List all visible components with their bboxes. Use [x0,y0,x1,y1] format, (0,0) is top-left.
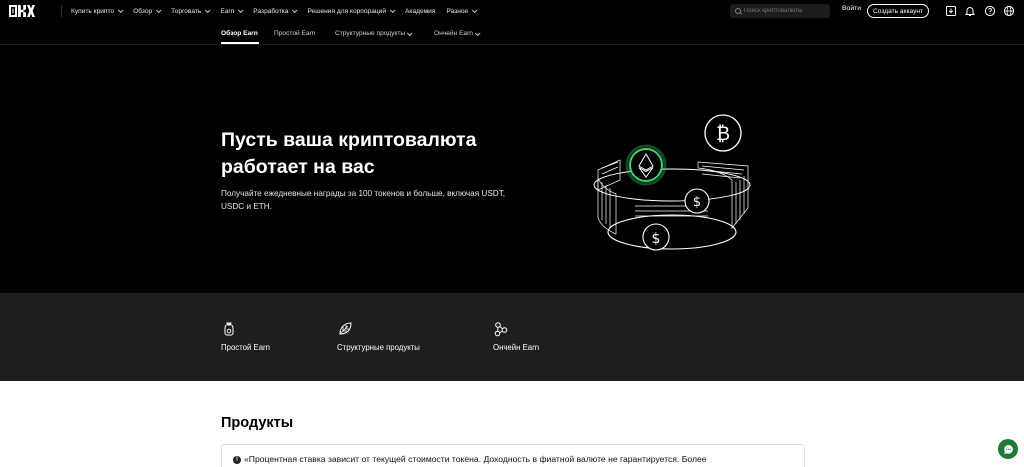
tab-simple-earn[interactable]: Простой Earn [274,30,315,37]
feature-simple-earn[interactable]: Простой Earn [221,321,270,352]
feature-label: Ончейн Earn [493,343,540,352]
products-title: Продукты [221,415,294,431]
earn-subnav: Обзор Earn Простой Earn Структурные прод… [0,22,1024,45]
info-icon: ! [233,456,241,464]
earn-illustration: ₿ $ $ [593,114,751,251]
chevron-down-icon [474,29,481,36]
chat-button[interactable] [998,439,1018,459]
globe-icon[interactable] [1003,5,1015,17]
chevron-down-icon [292,7,298,14]
svg-text:$: $ [652,231,661,247]
chain-nodes-icon [494,322,508,337]
hero-title: Пусть ваша криптовалюта работает на вас [221,127,541,181]
chevron-down-icon [117,7,124,14]
active-tab-indicator [221,42,259,44]
download-icon[interactable] [945,5,957,17]
menu-item-institutional[interactable]: Решения для корпораций [307,7,396,15]
bell-icon[interactable] [964,5,976,17]
svg-text:$: $ [693,195,701,210]
help-icon[interactable] [984,5,996,17]
menu-item-overview[interactable]: Обзор [133,7,162,15]
dollar-coin-icon: $ [684,188,710,214]
menu-item-trade[interactable]: Торговать [171,7,211,15]
chevron-down-icon [238,7,244,14]
login-link[interactable]: Войти [842,5,861,12]
hero-subtitle-line-2: USDC и ETH. [221,201,272,211]
search-box[interactable] [730,4,830,18]
chat-icon [1003,444,1013,454]
chevron-down-icon [156,7,162,14]
search-input[interactable] [744,8,824,14]
feature-structured-products[interactable]: Структурные продукты [337,321,420,352]
hero-subtitle: Получайте ежедневные награды за 100 токе… [221,188,541,213]
feature-label: Простой Earn [221,343,270,352]
top-navigation: Купить крипто Обзор Торговать Earn Разра… [0,0,1024,22]
hero-subtitle-line-1: Получайте ежедневные награды за 100 токе… [221,189,506,198]
okx-logo[interactable] [9,5,35,17]
money-bag-icon [224,322,234,336]
menu-item-buy-crypto[interactable]: Купить крипто [71,7,124,15]
nav-divider [61,5,62,17]
main-menu: Купить крипто Обзор Торговать Earn Разра… [71,0,478,22]
products-section: Продукты ! «Процентная ставка зависит от… [0,381,1024,467]
chevron-down-icon [389,7,396,14]
tab-structured-products[interactable]: Структурные продукты [335,29,413,37]
feature-label: Структурные продукты [337,343,420,352]
svg-text:₿: ₿ [716,123,730,145]
signup-button[interactable]: Создать аккаунт [867,4,930,18]
tab-onchain-earn[interactable]: Ончейн Earn [434,29,481,37]
feature-onchain-earn[interactable]: Ончейн Earn [493,321,539,352]
features-strip: Простой Earn Структурные продукты Ончейн… [0,293,1024,381]
hero-title-line-2: работает на вас [221,156,375,178]
menu-item-earn[interactable]: Earn [220,7,244,15]
chevron-down-icon [407,29,413,36]
search-icon [735,8,741,14]
rate-notice: ! «Процентная ставка зависит от текущей … [221,444,805,467]
notice-text: «Процентная ставка зависит от текущей ст… [244,454,707,464]
menu-item-more[interactable]: Разное [446,7,478,15]
tab-earn-overview[interactable]: Обзор Earn [221,30,258,37]
dollar-coin-icon: $ [642,223,670,251]
ethereum-coin-icon [625,144,667,186]
hero-title-line-1: Пусть ваша криптовалюта [221,129,477,151]
bitcoin-coin-icon: ₿ [704,114,742,152]
menu-item-develop[interactable]: Разработка [253,7,298,15]
menu-item-academy[interactable]: Академия [405,8,435,15]
chevron-down-icon [472,7,478,14]
chevron-down-icon [205,7,211,14]
structured-leaf-icon [339,322,352,335]
